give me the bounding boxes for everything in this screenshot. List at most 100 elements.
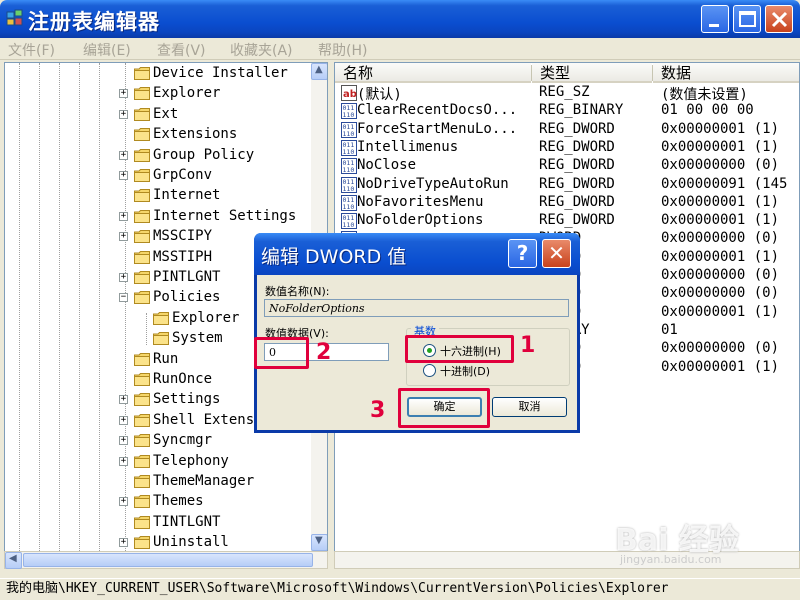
tree-item-label: PINTLGNT xyxy=(153,269,221,285)
value-name-label: 数值名称(N): xyxy=(265,285,330,298)
menu-favorites[interactable]: 收藏夹(A) xyxy=(230,40,293,60)
cell-name: NoDriveTypeAutoRun xyxy=(357,175,509,192)
cell-type: REG_DWORD xyxy=(539,157,615,174)
header-name[interactable]: 名称 xyxy=(335,63,531,83)
header-data[interactable]: 数据 xyxy=(653,63,799,83)
help-button[interactable]: ? xyxy=(508,239,537,268)
cell-data: 0x00000001 (1) xyxy=(661,358,780,375)
expand-icon[interactable]: + xyxy=(119,232,128,242)
cell-data: 0x00000091 (145 xyxy=(661,175,788,192)
tree-item[interactable]: Internet xyxy=(5,186,315,206)
menu-help[interactable]: 帮助(H) xyxy=(318,40,367,60)
tree-item-label: Syncmgr xyxy=(153,432,213,449)
expand-icon[interactable]: + xyxy=(119,415,128,425)
tree-item-label: TINTLGNT xyxy=(153,513,221,530)
tree-item[interactable]: ThemeManager xyxy=(5,472,315,492)
tree-item-label: Internet Settings xyxy=(153,207,297,224)
cell-data: 0x00000001 (1) xyxy=(661,138,780,155)
tree-item[interactable]: + Internet Settings xyxy=(5,207,315,227)
cancel-button[interactable]: 取消 xyxy=(492,397,567,417)
minimize-button[interactable] xyxy=(701,5,729,33)
dialog-close-button[interactable]: ✕ xyxy=(542,239,571,268)
tree-item-label: System xyxy=(172,330,223,347)
scroll-down-button[interactable]: ▼ xyxy=(311,534,327,551)
tree-item[interactable]: Extensions xyxy=(5,125,315,145)
folder-icon xyxy=(134,454,150,468)
menu-file[interactable]: 文件(F) xyxy=(8,40,55,60)
annotation-step-1: 1 xyxy=(520,333,536,358)
tree-item-label: Device Installer xyxy=(153,65,288,81)
tree-item[interactable]: + Ext xyxy=(5,105,315,125)
cell-data: 0x00000001 (1) xyxy=(661,212,780,229)
watermark-url: jingyan.baidu.com xyxy=(620,553,722,566)
cell-name: (默认) xyxy=(357,87,402,103)
maximize-button[interactable] xyxy=(733,5,761,33)
tree-item[interactable]: Device Installer xyxy=(5,64,315,84)
close-button[interactable] xyxy=(765,5,793,33)
list-row[interactable]: 011 110 ClearRecentDocsO... REG_BINARY 01 00… xyxy=(335,102,799,120)
expand-icon[interactable]: + xyxy=(119,497,128,507)
expand-icon[interactable]: + xyxy=(119,273,128,282)
tree-item[interactable]: + Uninstall xyxy=(5,533,315,551)
tree-item-label: Settings xyxy=(153,391,221,408)
folder-icon xyxy=(134,515,150,529)
cell-data: 0x00000001 (1) xyxy=(661,248,780,265)
dec-radio-label[interactable]: 十进制(D) xyxy=(440,363,490,379)
folder-icon xyxy=(134,291,150,305)
tree-item-label: RunOnce xyxy=(153,371,213,387)
folder-icon xyxy=(153,311,169,325)
expand-icon[interactable]: + xyxy=(119,456,128,466)
folder-icon xyxy=(153,332,169,346)
expand-icon[interactable]: + xyxy=(119,109,128,119)
tree-item[interactable]: + Explorer xyxy=(5,84,315,104)
tree-item[interactable]: + Syncmgr xyxy=(5,431,315,451)
window-title: 注册表编辑器 xyxy=(28,10,160,34)
cell-type: REG_DWORD xyxy=(539,193,615,210)
arrow-up-icon: ▲ xyxy=(315,64,323,75)
list-row[interactable]: 011 110 NoClose REG_DWORD 0x00000000 (0) xyxy=(335,157,799,175)
arrow-down-icon: ▼ xyxy=(315,535,323,546)
list-row[interactable]: 011 110 NoFolderOptions REG_DWORD 0x00000001… xyxy=(335,212,799,230)
menu-view[interactable]: 查看(V) xyxy=(157,40,206,60)
cell-name: NoClose xyxy=(357,157,417,174)
cell-name: ForceStartMenuLo... xyxy=(357,120,518,137)
cell-type: REG_DWORD xyxy=(539,120,615,137)
folder-icon xyxy=(134,434,150,448)
cell-type: REG_BINARY xyxy=(539,102,624,119)
list-row[interactable]: 011 110 NoDriveTypeAutoRun REG_DWORD 0x00000… xyxy=(335,175,799,194)
expand-icon[interactable]: + xyxy=(119,171,128,180)
tree-item[interactable]: + GrpConv xyxy=(5,166,315,186)
binary-value-icon: 011110 xyxy=(341,194,357,211)
tree-item-label: GrpConv xyxy=(153,167,213,183)
collapse-icon[interactable]: − xyxy=(119,293,128,303)
tree-item[interactable]: + Group Policy xyxy=(5,146,315,166)
expand-icon[interactable]: + xyxy=(119,89,128,99)
close-icon xyxy=(771,11,788,28)
scroll-thumb[interactable] xyxy=(23,553,313,567)
header-type[interactable]: 类型 xyxy=(532,63,652,83)
expand-icon[interactable]: + xyxy=(119,538,128,548)
list-row[interactable]: 011 110 Intellimenus REG_DWORD 0x00000001 (1… xyxy=(335,138,799,157)
folder-icon xyxy=(134,352,150,366)
svg-text:110: 110 xyxy=(343,111,355,119)
dialog-title: 编辑 DWORD 值 xyxy=(261,246,407,268)
scroll-left-button[interactable]: ◀ xyxy=(5,552,22,569)
menu-edit[interactable]: 编辑(E) xyxy=(83,40,131,60)
expand-icon[interactable]: + xyxy=(119,395,128,405)
expand-icon[interactable]: + xyxy=(119,211,128,221)
list-row[interactable]: 011 110 NoFavoritesMenu REG_DWORD 0x00000001… xyxy=(335,193,799,212)
scroll-up-button[interactable]: ▲ xyxy=(311,63,327,80)
expand-icon[interactable]: + xyxy=(119,150,128,160)
tree-item[interactable]: + Themes xyxy=(5,492,315,512)
tree-horizontal-scrollbar[interactable]: ◀ xyxy=(4,551,328,569)
tree-item[interactable]: TINTLGNT xyxy=(5,513,315,533)
tree-item-label: Explorer xyxy=(153,85,221,102)
list-row[interactable]: ab (默认) REG_SZ (数值未设置) xyxy=(335,84,799,103)
folder-icon xyxy=(134,230,150,244)
cell-data: 0x00000000 (0) xyxy=(661,230,780,247)
tree-item[interactable]: + Telephony xyxy=(5,452,315,472)
list-row[interactable]: 011 110 ForceStartMenuLo... REG_DWORD 0x0000… xyxy=(335,120,799,139)
dec-radio[interactable] xyxy=(423,364,436,377)
tree-item-label: Group Policy xyxy=(153,146,255,163)
expand-icon[interactable]: + xyxy=(119,436,128,446)
